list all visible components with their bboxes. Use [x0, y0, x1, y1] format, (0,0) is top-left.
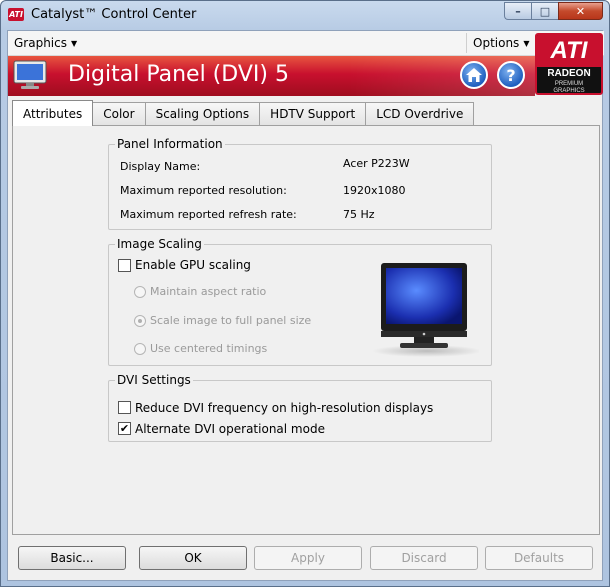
basic-button[interactable]: Basic... [18, 546, 126, 570]
home-button[interactable] [460, 61, 488, 89]
menu-bar: Graphics ▼ Options ▼ [8, 31, 604, 56]
ok-button[interactable]: OK [139, 546, 247, 570]
maintain-aspect-radio[interactable] [134, 286, 146, 298]
max-refresh-label: Maximum reported refresh rate: [120, 208, 297, 221]
panel-information-group: Panel Information Display Name: Acer P22… [108, 137, 492, 230]
monitor-illustration [372, 263, 479, 357]
help-button[interactable]: ? [497, 61, 525, 89]
display-name-value: Acer P223W [343, 157, 410, 170]
logo-tag-premium: PREMIUM [554, 81, 584, 87]
graphics-menu[interactable]: Graphics ▼ [14, 36, 77, 50]
group-title: Image Scaling [115, 237, 204, 251]
image-scaling-group: Image Scaling Enable GPU scaling Maintai… [108, 237, 492, 366]
tab-scaling-options[interactable]: Scaling Options [144, 102, 261, 126]
group-title: DVI Settings [115, 373, 193, 387]
tab-hdtv-support[interactable]: HDTV Support [259, 102, 367, 126]
reduce-dvi-frequency-checkbox[interactable] [118, 401, 131, 414]
logo-tag-graphics: GRAPHICS [553, 88, 585, 94]
scale-full-panel-radio[interactable] [134, 315, 146, 327]
display-icon [13, 60, 47, 89]
options-menu[interactable]: Options ▼ [473, 36, 529, 50]
tab-strip: Attributes Color Scaling Options HDTV Su… [12, 100, 475, 126]
menu-separator [466, 33, 467, 53]
page-banner: Digital Panel (DVI) 5 ? [8, 56, 535, 96]
title-bar[interactable]: ATI Catalyst™ Control Center – □ ✕ [1, 1, 609, 29]
enable-gpu-scaling-label[interactable]: Enable GPU scaling [135, 258, 251, 272]
client-area: Graphics ▼ Options ▼ Digital Panel (DVI) 5 [7, 30, 604, 581]
ati-radeon-logo: ATI RADEON PREMIUM GRAPHICS [535, 33, 603, 95]
tab-color[interactable]: Color [92, 102, 146, 126]
attributes-panel: Panel Information Display Name: Acer P22… [12, 125, 600, 535]
close-button[interactable]: ✕ [558, 2, 603, 20]
reduce-dvi-frequency-label[interactable]: Reduce DVI frequency on high-resolution … [135, 401, 433, 415]
chevron-down-icon: ▼ [71, 39, 78, 48]
window: ATI Catalyst™ Control Center – □ ✕ Graph… [0, 0, 610, 587]
dvi-settings-group: DVI Settings Reduce DVI frequency on hig… [108, 373, 492, 442]
centered-timings-label[interactable]: Use centered timings [150, 342, 267, 355]
discard-button[interactable]: Discard [370, 546, 478, 570]
alternate-dvi-mode-checkbox[interactable]: ✔ [118, 422, 131, 435]
centered-timings-radio[interactable] [134, 343, 146, 355]
max-refresh-value: 75 Hz [343, 208, 375, 221]
defaults-button[interactable]: Defaults [485, 546, 593, 570]
tab-lcd-overdrive[interactable]: LCD Overdrive [365, 102, 475, 126]
maintain-aspect-label[interactable]: Maintain aspect ratio [150, 285, 266, 298]
window-title: Catalyst™ Control Center [31, 7, 197, 22]
page-title: Digital Panel (DVI) 5 [68, 62, 289, 87]
alternate-dvi-mode-label[interactable]: Alternate DVI operational mode [135, 422, 325, 436]
tab-attributes[interactable]: Attributes [12, 100, 94, 126]
ati-app-icon: ATI [8, 8, 24, 21]
graphics-menu-label: Graphics [14, 36, 67, 50]
apply-button[interactable]: Apply [254, 546, 362, 570]
options-menu-label: Options [473, 36, 520, 50]
group-title: Panel Information [115, 137, 225, 151]
display-name-label: Display Name: [120, 160, 201, 173]
logo-line: RADEON [547, 68, 591, 79]
help-icon: ? [506, 65, 516, 85]
max-resolution-value: 1920x1080 [343, 184, 406, 197]
minimize-button[interactable]: – [504, 2, 531, 20]
logo-brand: ATI [537, 35, 601, 67]
home-icon [466, 68, 482, 82]
max-resolution-label: Maximum reported resolution: [120, 184, 287, 197]
logo-tagline: PREMIUM GRAPHICS [537, 81, 601, 94]
scale-full-panel-label[interactable]: Scale image to full panel size [150, 314, 311, 327]
maximize-button[interactable]: □ [531, 2, 558, 20]
enable-gpu-scaling-checkbox[interactable] [118, 259, 131, 272]
chevron-down-icon: ▼ [523, 39, 530, 48]
